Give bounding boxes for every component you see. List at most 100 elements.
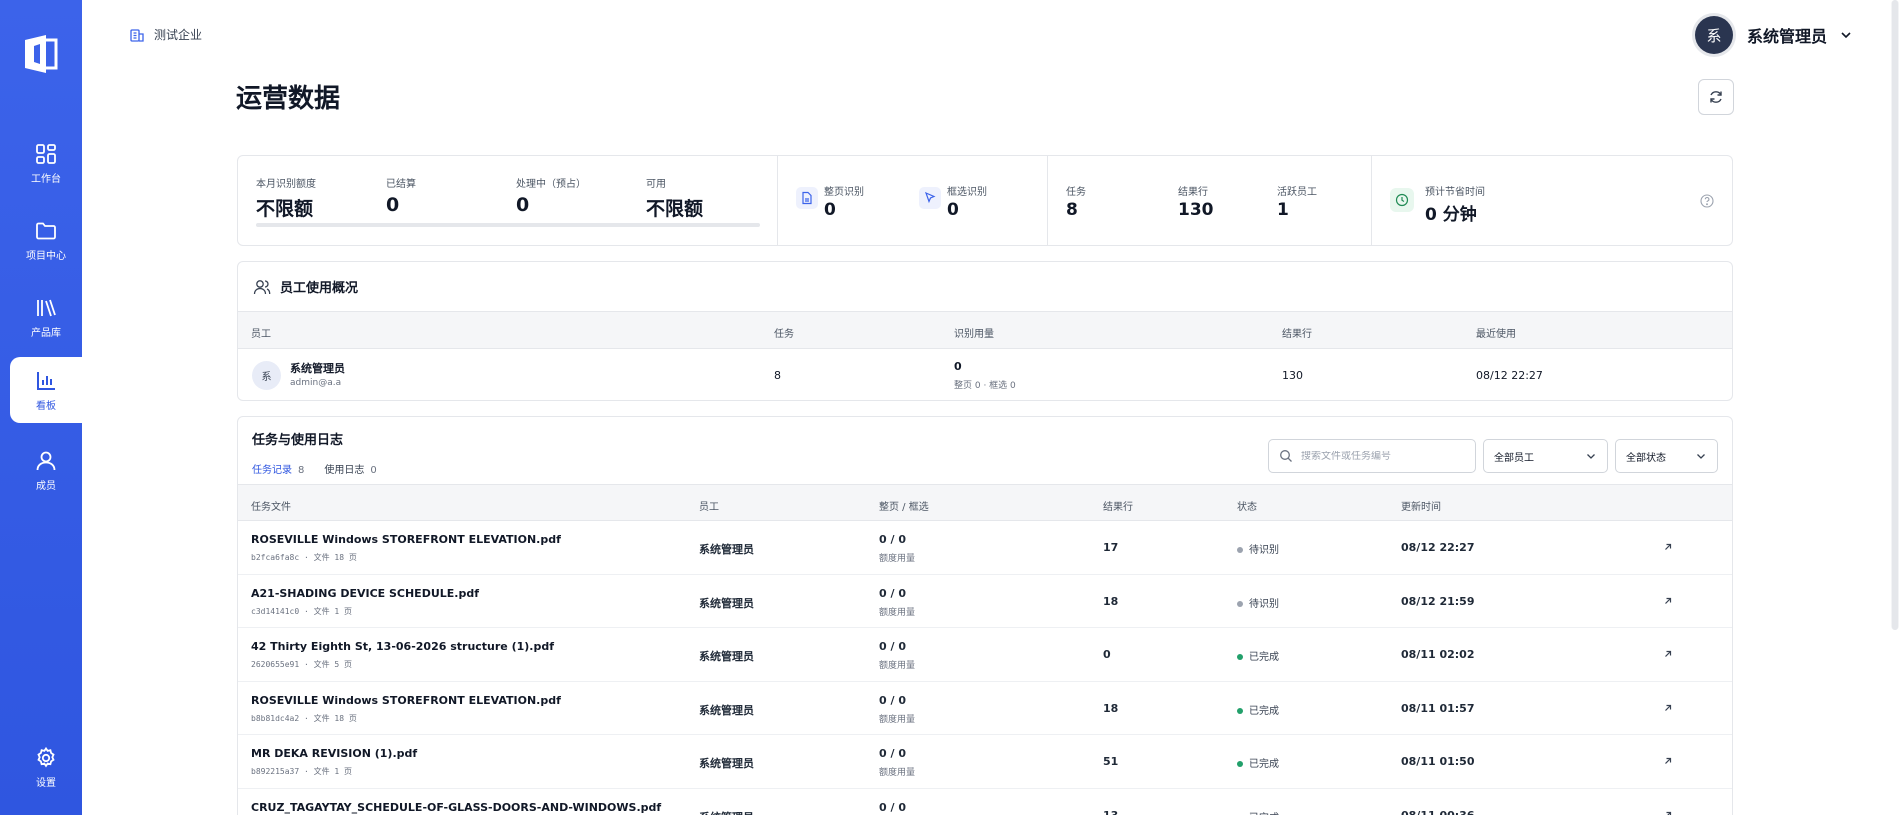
task-file-name: ROSEVILLE Windows STOREFRONT ELEVATION.p… (251, 693, 561, 707)
task-pages: 0 / 0 (879, 747, 906, 760)
tab-task-records[interactable]: 任务记录 8 (252, 461, 305, 486)
employee-result-rows: 130 (1282, 369, 1303, 382)
scrollbar-thumb[interactable] (1892, 0, 1898, 630)
task-result-rows: 13 (1103, 808, 1119, 815)
arrow-up-right-icon (1665, 704, 1672, 711)
search-input[interactable] (1301, 450, 1471, 462)
app-logo-icon[interactable] (22, 34, 60, 74)
dashboard-grid-icon (36, 143, 56, 164)
sidebar-item-members[interactable]: 成员 (10, 438, 82, 502)
task-file-meta: 2620655e91 · 文件 5 页 (251, 660, 353, 669)
chevron-down-icon (1841, 32, 1851, 39)
cursor-select-icon (919, 187, 941, 209)
task-employee: 系统管理员 (699, 703, 754, 717)
saving-group: 预计节省时间 0 分钟 (1372, 156, 1732, 245)
stat-quota: 本月识别额度 不限额 (256, 179, 316, 220)
clock-icon (1390, 188, 1414, 212)
task-rows: ROSEVILLE Windows STOREFRONT ELEVATION.p… (238, 521, 1732, 815)
stat-result-rows: 结果行 130 (1178, 187, 1214, 220)
status-badge: 待识别 (1237, 595, 1279, 610)
activity-group: 任务 8 结果行 130 活跃员工 1 (1048, 156, 1372, 245)
status-dot (1237, 707, 1243, 714)
status-filter-select[interactable]: 全部状态 (1615, 439, 1718, 473)
task-employee: 系统管理员 (699, 596, 754, 610)
table-header: 员工 任务 识别用量 结果行 最近使用 (238, 311, 1732, 349)
open-task-button[interactable] (1662, 595, 1674, 610)
tab-usage-log[interactable]: 使用日志 0 (324, 461, 376, 486)
employee-usage-card: 员工使用概况 员工 任务 识别用量 结果行 最近使用 系 系统管理员 admin… (237, 261, 1733, 401)
arrow-up-right-icon (1665, 757, 1672, 764)
status-badge: 待识别 (1237, 541, 1279, 556)
gear-icon (37, 746, 55, 768)
sidebar-item-projects[interactable]: 项目中心 (10, 208, 82, 272)
arrow-up-right-icon (1665, 597, 1672, 604)
sidebar-item-products[interactable]: 产品库 (10, 285, 82, 349)
arrow-up-right-icon (1666, 811, 1672, 815)
task-pages: 0 / 0 (879, 640, 906, 653)
stat-processing: 处理中（预占） 0 (516, 179, 586, 216)
folder-icon (36, 222, 56, 239)
table-row[interactable]: MR DEKA REVISION (1).pdf b892215a37 · 文件 … (238, 735, 1732, 789)
employee-tasks: 8 (774, 369, 781, 382)
stat-settled: 已结算 0 (386, 179, 416, 216)
avatar: 系 (1694, 16, 1733, 54)
open-task-button[interactable] (1662, 755, 1674, 770)
open-task-button[interactable] (1662, 541, 1674, 556)
quota-progress-bar (256, 223, 760, 227)
sidebar-item-settings[interactable]: 设置 (10, 735, 82, 799)
search-box[interactable] (1268, 439, 1476, 473)
task-updated-time: 08/11 02:02 (1401, 648, 1475, 661)
bar-chart-icon (37, 371, 55, 390)
sidebar-item-workbench[interactable]: 工作台 (10, 131, 82, 195)
table-row[interactable]: ROSEVILLE Windows STOREFRONT ELEVATION.p… (238, 521, 1732, 575)
sidebar-item-label: 工作台 (31, 173, 61, 185)
table-row[interactable]: CRUZ_TAGAYTAY_SCHEDULE-OF-GLASS-DOORS-AN… (238, 789, 1732, 815)
sidebar-item-dashboard[interactable]: 看板 (10, 357, 82, 423)
stat-active-employees: 活跃员工 1 (1277, 187, 1317, 220)
library-icon (37, 299, 56, 316)
task-pages-sub: 额度用量 (879, 768, 916, 778)
user-menu[interactable]: 系 系统管理员 (1694, 16, 1853, 54)
page-scrollbar[interactable] (1891, 0, 1899, 630)
task-pages-sub: 额度用量 (879, 607, 916, 618)
status-dot (1237, 654, 1243, 660)
table-header: 任务文件 员工 整页 / 框选 结果行 状态 更新时间 (238, 484, 1732, 521)
employee-last-used: 08/12 22:27 (1476, 369, 1543, 382)
task-employee: 系统管理员 (699, 650, 754, 663)
refresh-button[interactable] (1698, 79, 1734, 115)
help-circle-icon[interactable] (1700, 194, 1714, 208)
table-row[interactable]: ROSEVILLE Windows STOREFRONT ELEVATION.p… (238, 682, 1732, 735)
table-row[interactable]: A21-SHADING DEVICE SCHEDULE.pdf c3d14141c… (238, 575, 1732, 628)
task-file-meta: c3d14141c0 · 文件 1 页 (251, 606, 353, 616)
task-file-name: ROSEVILLE Windows STOREFRONT ELEVATION.p… (251, 533, 561, 546)
company-switcher[interactable]: 测试企业 (129, 26, 202, 43)
sidebar-item-label: 看板 (36, 400, 56, 412)
task-employee: 系统管理员 (699, 757, 754, 770)
task-pages-sub: 额度用量 (879, 661, 916, 671)
status-badge: 已完成 (1237, 702, 1279, 717)
open-task-button[interactable] (1662, 702, 1674, 717)
table-row[interactable]: 42 Thirty Eighth St, 13-06-2026 structur… (238, 628, 1732, 682)
quota-group: 本月识别额度 不限额 已结算 0 处理中（预占） 0 可用 不限额 (238, 156, 778, 245)
task-updated-time: 08/12 22:27 (1401, 541, 1475, 554)
stat-box-recognition: 框选识别 0 (947, 187, 987, 220)
page-scan-icon (796, 187, 818, 209)
open-task-button[interactable] (1662, 648, 1674, 663)
stats-card: 本月识别额度 不限额 已结算 0 处理中（预占） 0 可用 不限额 整页识别 0… (237, 155, 1733, 246)
task-file-name: MR DEKA REVISION (1).pdf (251, 747, 418, 760)
task-table: 任务文件 员工 整页 / 框选 结果行 状态 更新时间 ROSEVILLE Wi… (238, 484, 1732, 815)
task-pages: 0 / 0 (879, 693, 906, 707)
task-result-rows: 0 (1103, 648, 1111, 661)
employee-usage-detail: 整页 0 · 框选 0 (954, 381, 1016, 391)
building-icon (130, 28, 144, 42)
open-task-button[interactable] (1662, 809, 1674, 815)
employee-filter-select[interactable]: 全部员工 (1483, 439, 1608, 473)
task-file-name: 42 Thirty Eighth St, 13-06-2026 structur… (251, 640, 555, 653)
task-result-rows: 18 (1103, 594, 1119, 608)
employee-name: 系统管理员 (290, 362, 345, 375)
table-row[interactable]: 系 系统管理员 admin@a.a 8 0 整页 0 · 框选 0 130 08… (238, 349, 1732, 400)
card-header: 员工使用概况 (238, 262, 1732, 311)
users-icon (253, 279, 271, 294)
status-dot (1237, 547, 1243, 553)
sidebar-item-label: 成员 (36, 480, 56, 492)
